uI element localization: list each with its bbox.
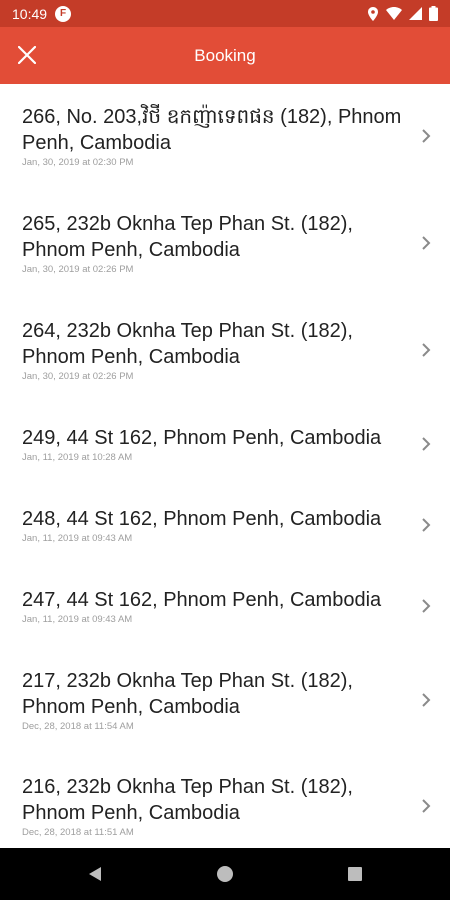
booking-date: Jan, 30, 2019 at 02:30 PM [22, 157, 134, 168]
booking-item[interactable]: 216, 232b Oknha Tep Phan St. (182), Phno… [0, 774, 450, 838]
booking-date: Jan, 30, 2019 at 02:26 PM [22, 264, 134, 275]
back-button[interactable] [81, 860, 109, 888]
page-title: Booking [194, 45, 256, 65]
booking-address: 266, No. 203,វិថី ឧកញ៉ាទេពផន (182), Phno… [22, 106, 402, 154]
back-triangle-icon [89, 867, 101, 881]
booking-address: 265, 232b Oknha Tep Phan St. (182), Phno… [22, 213, 353, 261]
status-icons [367, 6, 438, 21]
wifi-icon [386, 7, 402, 20]
booking-address: 264, 232b Oknha Tep Phan St. (182), Phno… [22, 320, 353, 368]
booking-item[interactable]: 266, No. 203,វិថី ឧកញ៉ាទេពផន (182), Phno… [0, 104, 450, 168]
booking-address: 247, 44 St 162, Phnom Penh, Cambodia [22, 589, 382, 611]
booking-list: 266, No. 203,វិថី ឧកញ៉ាទេពផន (182), Phno… [0, 84, 450, 848]
chevron-right-icon [422, 343, 431, 357]
chevron-right-icon [422, 799, 431, 813]
status-bar: 10:49 F [0, 0, 450, 27]
chevron-right-icon [422, 693, 431, 707]
booking-item[interactable]: 265, 232b Oknha Tep Phan St. (182), Phno… [0, 211, 450, 275]
app-notification-icon: F [55, 5, 72, 22]
app-bar: Booking [0, 27, 450, 84]
system-nav-bar [0, 848, 450, 900]
chevron-right-icon [422, 129, 431, 143]
booking-date: Dec, 28, 2018 at 11:54 AM [22, 721, 134, 732]
location-icon [368, 6, 378, 21]
home-circle-icon [217, 866, 233, 882]
booking-address: 216, 232b Oknha Tep Phan St. (182), Phno… [22, 776, 353, 824]
chevron-right-icon [422, 599, 431, 613]
signal-icon [409, 7, 422, 20]
booking-date: Jan, 11, 2019 at 10:28 AM [22, 452, 133, 463]
status-time: 10:49 [12, 5, 48, 22]
booking-address: 249, 44 St 162, Phnom Penh, Cambodia [22, 427, 382, 449]
battery-icon [429, 6, 438, 21]
recents-square-icon [348, 867, 362, 881]
booking-date: Jan, 11, 2019 at 09:43 AM [22, 614, 133, 625]
booking-item[interactable]: 249, 44 St 162, Phnom Penh, Cambodia Jan… [0, 425, 450, 463]
booking-address: 217, 232b Oknha Tep Phan St. (182), Phno… [22, 670, 353, 718]
booking-item[interactable]: 247, 44 St 162, Phnom Penh, Cambodia Jan… [0, 587, 450, 625]
booking-item[interactable]: 217, 232b Oknha Tep Phan St. (182), Phno… [0, 668, 450, 732]
close-icon [18, 46, 36, 64]
booking-item[interactable]: 248, 44 St 162, Phnom Penh, Cambodia Jan… [0, 506, 450, 544]
booking-date: Dec, 28, 2018 at 11:51 AM [22, 827, 134, 838]
close-button[interactable] [8, 36, 46, 74]
booking-date: Jan, 30, 2019 at 02:26 PM [22, 371, 134, 382]
recents-button[interactable] [341, 860, 369, 888]
chevron-right-icon [422, 437, 431, 451]
chevron-right-icon [422, 518, 431, 532]
booking-address: 248, 44 St 162, Phnom Penh, Cambodia [22, 508, 382, 530]
booking-date: Jan, 11, 2019 at 09:43 AM [22, 533, 133, 544]
home-button[interactable] [211, 860, 239, 888]
chevron-right-icon [422, 236, 431, 250]
booking-item[interactable]: 264, 232b Oknha Tep Phan St. (182), Phno… [0, 318, 450, 382]
